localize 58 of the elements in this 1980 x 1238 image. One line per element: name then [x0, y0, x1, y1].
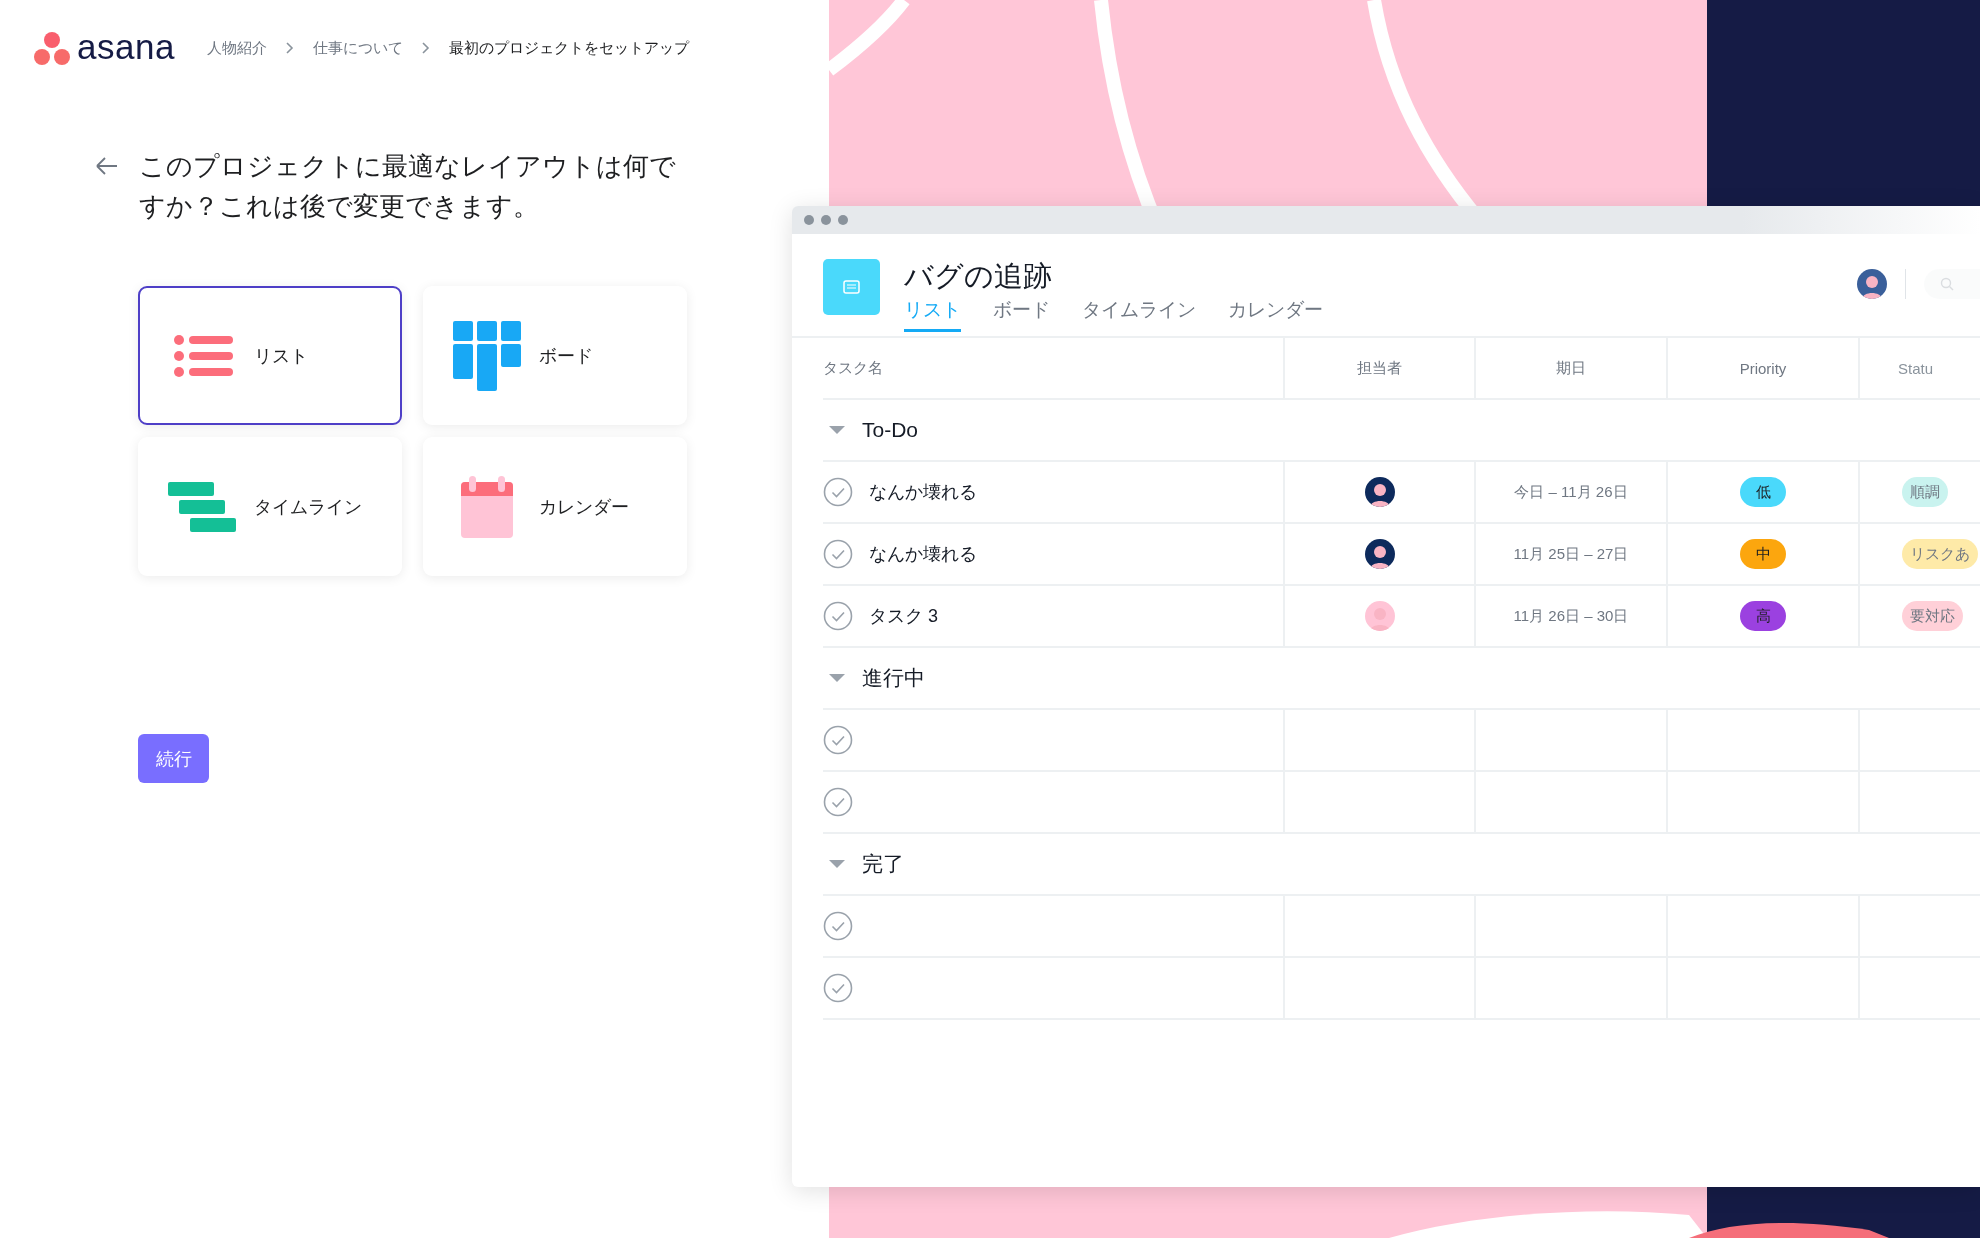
section-title: 進行中 [862, 665, 925, 691]
complete-check-icon [823, 539, 853, 569]
layout-option[interactable]: カレンダー [423, 437, 687, 576]
layout-option[interactable]: リスト [138, 286, 402, 425]
complete-check-icon [823, 973, 853, 1003]
section-title: 完了 [862, 851, 904, 877]
column-header: タスク名 [823, 357, 884, 378]
view-tab[interactable]: カレンダー [1228, 297, 1323, 332]
search-icon [1940, 277, 1954, 291]
layout-option[interactable]: ボード [423, 286, 687, 425]
question-heading: このプロジェクトに最適なレイアウトは何ですか？これは後で変更できます。 [139, 150, 677, 223]
complete-check-icon [823, 725, 853, 755]
column-header: 担当者 [1283, 338, 1474, 398]
column-header: Statu [1858, 338, 1980, 398]
priority-tag: 高 [1740, 601, 1786, 631]
project-title: バグの追跡 [904, 259, 1053, 293]
breadcrumb-link[interactable]: 最初のプロジェクトをセットアップ [448, 38, 689, 58]
due-date: 今日 – 11月 26日 [1514, 482, 1628, 502]
board-icon [453, 320, 521, 391]
chevron-icon [284, 41, 295, 55]
option-label: ボード [539, 344, 593, 368]
complete-check-icon [823, 911, 853, 941]
status-tag: 要対応 [1902, 601, 1963, 631]
back-arrow-icon [95, 156, 119, 176]
due-date: 11月 25日 – 27日 [1513, 544, 1629, 564]
view-tab[interactable]: リスト [904, 297, 961, 332]
column-header: 期日 [1474, 338, 1666, 398]
continue-button[interactable]: 続行 [138, 734, 209, 783]
avatar-icon [1857, 269, 1887, 299]
chevron-icon [420, 41, 431, 55]
priority-tag: 低 [1740, 477, 1786, 507]
complete-check-icon [823, 601, 853, 631]
task-name: なんか壊れる [869, 481, 977, 504]
option-label: リスト [254, 344, 308, 368]
complete-check-icon [823, 477, 853, 507]
view-tab[interactable]: ボード [993, 297, 1050, 332]
view-tab[interactable]: タイムライン [1082, 297, 1196, 332]
breadcrumb-link[interactable]: 仕事について [312, 38, 403, 58]
due-date: 11月 26日 – 30日 [1513, 606, 1629, 626]
search-field[interactable] [1924, 269, 1980, 299]
option-label: タイムライン [254, 495, 362, 519]
priority-tag: 中 [1740, 539, 1786, 569]
timeline-icon [168, 481, 236, 532]
task-name: タスク 3 [869, 605, 938, 628]
breadcrumb-link[interactable]: 人物紹介 [206, 38, 267, 58]
section-title: To-Do [862, 418, 919, 442]
logo-icon [33, 31, 71, 65]
calendar-icon [461, 475, 513, 538]
option-label: カレンダー [539, 495, 629, 519]
complete-check-icon [823, 787, 853, 817]
window-dots-icon [803, 214, 849, 226]
status-tag: リスクあ [1902, 539, 1978, 569]
column-header: Priority [1666, 338, 1858, 398]
status-tag: 順調 [1902, 477, 1948, 507]
project-icon [823, 259, 880, 315]
layout-option[interactable]: タイムライン [138, 437, 402, 576]
logo-text: asana [77, 26, 175, 68]
task-name: なんか壊れる [869, 543, 977, 566]
